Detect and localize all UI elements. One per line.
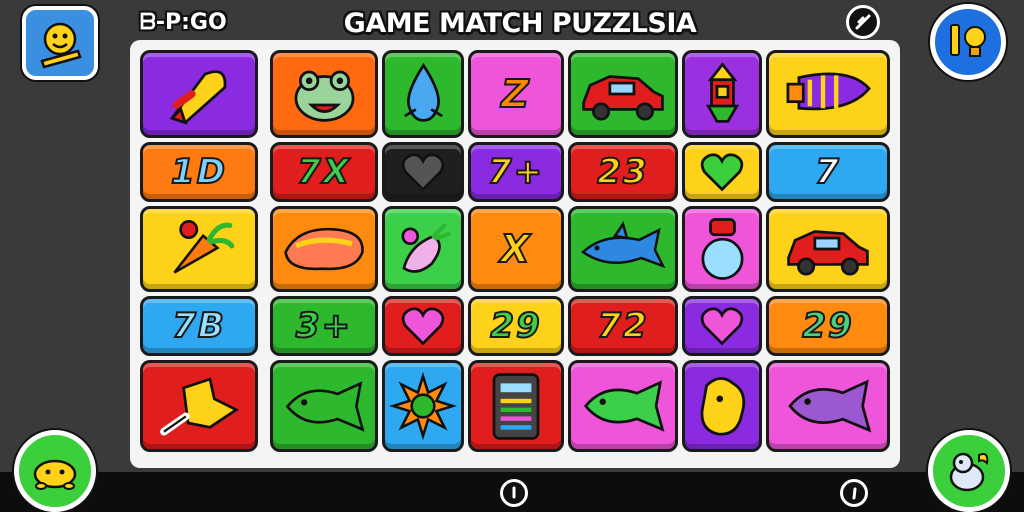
tile-label: 29 bbox=[801, 306, 854, 346]
fish-icon bbox=[575, 374, 671, 438]
tile-label: X bbox=[499, 227, 532, 271]
tile[interactable] bbox=[382, 296, 464, 356]
info-icon bbox=[852, 487, 857, 500]
water-drop-icon bbox=[396, 61, 451, 127]
fish-icon bbox=[277, 375, 371, 438]
hint-button[interactable] bbox=[930, 4, 1006, 80]
tile-label: 7 bbox=[814, 152, 841, 192]
tile[interactable]: 7B bbox=[140, 296, 258, 356]
tile[interactable] bbox=[766, 360, 890, 452]
bird-icon bbox=[949, 452, 989, 492]
tile[interactable] bbox=[568, 360, 678, 452]
star-block-icon bbox=[153, 368, 245, 445]
tile[interactable] bbox=[682, 50, 762, 138]
tile[interactable] bbox=[568, 50, 678, 138]
tile-label: 29 bbox=[489, 306, 542, 346]
info-icon bbox=[512, 486, 516, 499]
tile[interactable] bbox=[270, 50, 378, 138]
tile[interactable] bbox=[140, 206, 258, 292]
tile[interactable]: 29 bbox=[468, 296, 564, 356]
tile[interactable] bbox=[382, 142, 464, 202]
tile[interactable] bbox=[682, 296, 762, 356]
tile[interactable]: X bbox=[468, 206, 564, 292]
tile[interactable]: 7X bbox=[270, 142, 378, 202]
shark-icon bbox=[575, 220, 671, 278]
timer-display: ᗷ-P:GO bbox=[140, 10, 227, 35]
carrot-icon bbox=[158, 213, 240, 285]
tile[interactable] bbox=[270, 360, 378, 452]
tile-label: 3+ bbox=[295, 306, 353, 346]
tile-label: 72 bbox=[596, 306, 649, 346]
avatar-icon bbox=[40, 22, 82, 69]
car-icon bbox=[577, 63, 669, 125]
tile-label: 7+ bbox=[487, 152, 545, 192]
bottom-right-button[interactable] bbox=[928, 430, 1010, 512]
tile[interactable] bbox=[382, 360, 464, 452]
tile[interactable]: 23 bbox=[568, 142, 678, 202]
tile-label: 1D bbox=[170, 152, 227, 192]
tile[interactable] bbox=[682, 360, 762, 452]
turtle-icon bbox=[33, 459, 77, 490]
bottom-left-button[interactable] bbox=[14, 430, 96, 512]
lightbulb-hint-icon bbox=[950, 24, 986, 57]
fish-icon bbox=[779, 373, 878, 439]
tile[interactable] bbox=[766, 50, 890, 138]
tile[interactable]: 29 bbox=[766, 296, 890, 356]
bottom-right-indicator[interactable] bbox=[840, 479, 868, 507]
tile[interactable] bbox=[140, 50, 258, 138]
tile[interactable] bbox=[382, 50, 464, 138]
heart-icon bbox=[698, 150, 746, 194]
tile[interactable] bbox=[382, 206, 464, 292]
tile[interactable] bbox=[682, 206, 762, 292]
spaceship-icon bbox=[779, 60, 878, 128]
close-button[interactable] bbox=[846, 5, 880, 39]
puzzle-board: Z 1D 7X 7+ 23 7 X 7B 3+ 29 72 29 bbox=[130, 40, 900, 468]
tile[interactable] bbox=[568, 206, 678, 292]
heart-icon bbox=[399, 304, 447, 348]
eggplant-icon bbox=[389, 215, 457, 283]
lantern-icon bbox=[695, 60, 750, 128]
tile[interactable] bbox=[270, 206, 378, 292]
tile[interactable]: 1D bbox=[140, 142, 258, 202]
jellybean-icon bbox=[277, 221, 371, 277]
profile-avatar-button[interactable] bbox=[22, 6, 98, 80]
game-title: GAME MATCH PUZZLSIA bbox=[343, 8, 697, 39]
tile[interactable]: 7 bbox=[766, 142, 890, 202]
bottom-left-indicator[interactable] bbox=[500, 479, 528, 507]
car-icon bbox=[782, 218, 874, 280]
tile[interactable]: 7+ bbox=[468, 142, 564, 202]
tile[interactable]: 72 bbox=[568, 296, 678, 356]
tile[interactable] bbox=[766, 206, 890, 292]
tile-label: 23 bbox=[596, 152, 649, 192]
close-icon bbox=[855, 14, 871, 30]
rocket-icon bbox=[161, 61, 238, 127]
tile[interactable]: Z bbox=[468, 50, 564, 138]
tile-label: 7X bbox=[296, 152, 351, 192]
tile[interactable] bbox=[682, 142, 762, 202]
tile[interactable]: 3+ bbox=[270, 296, 378, 356]
cheese-icon bbox=[689, 368, 755, 445]
frog-face-icon bbox=[285, 61, 364, 127]
heart-icon bbox=[399, 150, 447, 194]
tile[interactable] bbox=[468, 360, 564, 452]
potion-icon bbox=[693, 213, 752, 285]
tile-label: Z bbox=[500, 72, 531, 116]
radio-icon bbox=[485, 368, 547, 445]
heart-icon bbox=[698, 304, 746, 348]
tile[interactable] bbox=[140, 360, 258, 452]
sun-icon bbox=[389, 372, 457, 440]
tile-label: 7B bbox=[171, 306, 226, 346]
